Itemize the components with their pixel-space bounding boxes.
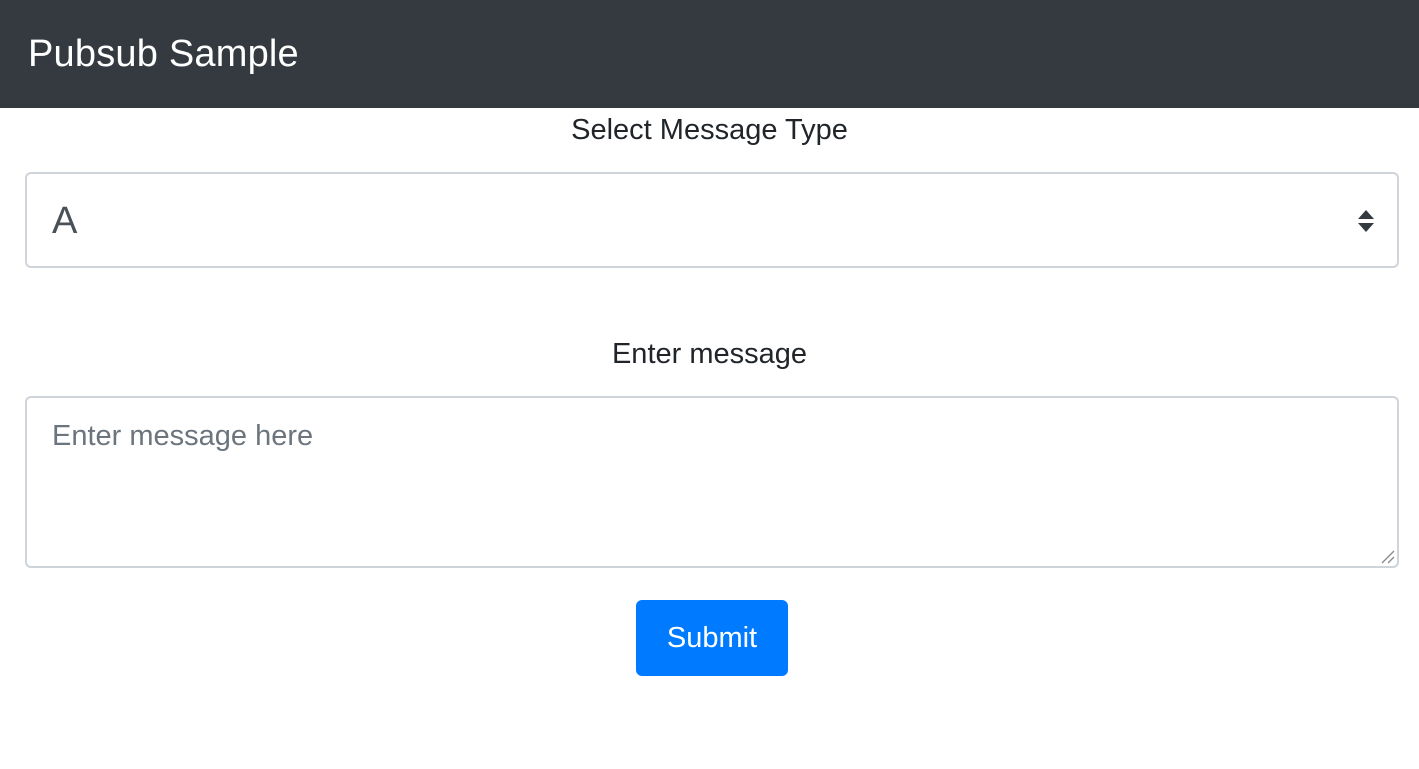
navbar: Pubsub Sample	[0, 0, 1419, 108]
message-label: Enter message	[611, 338, 808, 370]
submit-button[interactable]: Submit	[636, 600, 788, 676]
resize-handle-icon[interactable]	[1379, 548, 1395, 564]
select-updown-arrows-icon	[1358, 210, 1374, 232]
message-type-label: Select Message Type	[571, 114, 848, 146]
message-type-select[interactable]: A	[25, 172, 1399, 268]
message-placeholder: Enter message here	[52, 420, 314, 452]
navbar-brand[interactable]: Pubsub Sample	[28, 33, 299, 76]
message-textarea[interactable]: Enter message here	[25, 396, 1399, 568]
message-type-selected-value: A	[52, 200, 78, 242]
